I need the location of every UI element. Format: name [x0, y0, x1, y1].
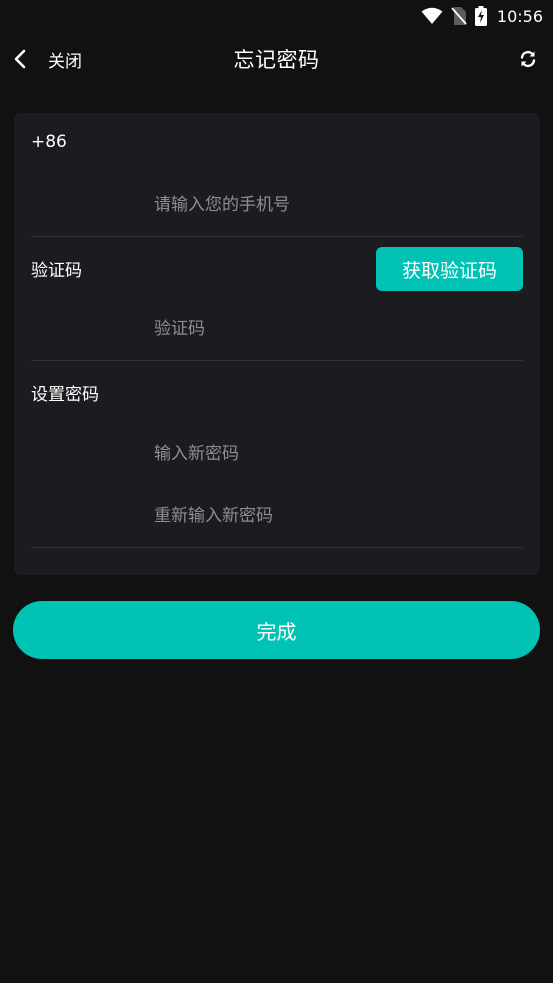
wifi-icon — [421, 7, 443, 25]
app-bar: 关闭 忘记密码 — [0, 32, 553, 86]
country-code[interactable]: +86 — [31, 132, 67, 152]
battery-charging-icon — [474, 6, 487, 26]
confirm-password-input[interactable] — [154, 498, 522, 534]
no-sim-icon — [451, 6, 467, 26]
verification-code-input[interactable] — [154, 311, 522, 347]
divider — [31, 236, 523, 237]
verification-label: 验证码 — [31, 261, 82, 281]
phone-input[interactable] — [154, 187, 522, 223]
page-title: 忘记密码 — [233, 48, 320, 72]
divider — [31, 360, 523, 361]
forgot-password-screen: 10:56 关闭 忘记密码 +86 请输入您的手机号 验证码 获取验证码 验证码… — [0, 0, 553, 983]
password-label: 设置密码 — [31, 385, 99, 405]
refresh-icon — [519, 50, 537, 68]
status-time: 10:56 — [496, 6, 543, 26]
divider — [31, 547, 523, 548]
status-bar: 10:56 — [0, 0, 553, 32]
get-code-button[interactable]: 获取验证码 — [376, 247, 523, 291]
done-button[interactable]: 完成 — [13, 601, 540, 659]
form-card: +86 验证码 获取验证码 设置密码 — [14, 113, 540, 575]
refresh-button[interactable] — [517, 48, 539, 70]
status-icons: 10:56 — [421, 4, 543, 28]
new-password-input[interactable] — [154, 436, 522, 472]
